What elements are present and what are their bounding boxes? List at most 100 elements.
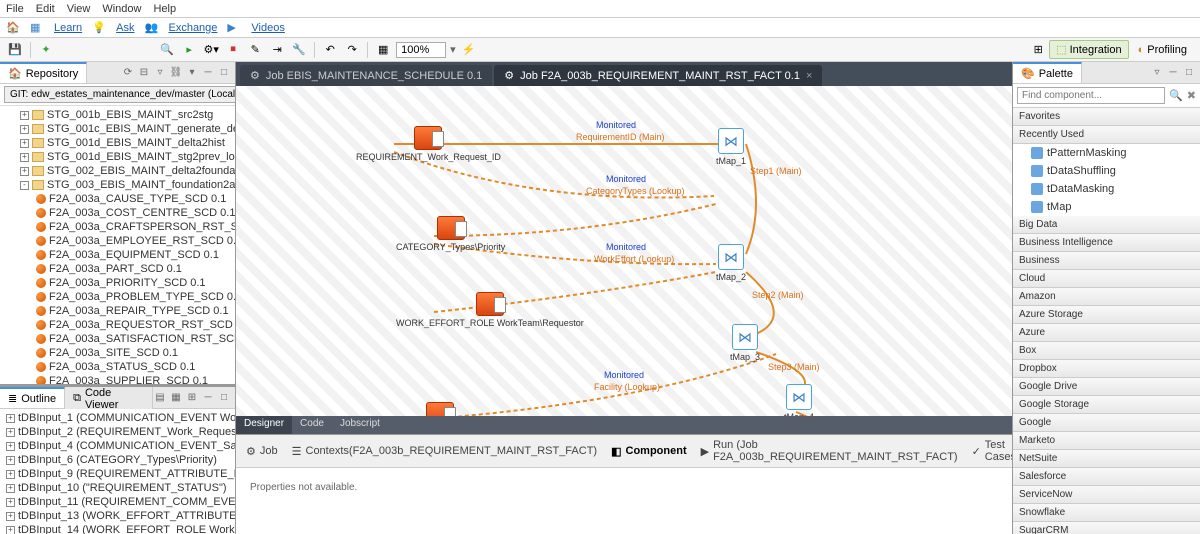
git-branch-select[interactable]: GIT: edw_estates_maintenance_dev/master …	[4, 86, 235, 103]
tree-item[interactable]: F2A_003a_REQUESTOR_RST_SCD 0.1	[2, 318, 235, 332]
palette-max-icon[interactable]: □	[1182, 66, 1196, 80]
edit-icon[interactable]: ✎	[246, 41, 264, 59]
highlight-icon[interactable]: ⚡	[460, 41, 478, 59]
pal-cat[interactable]: Amazon	[1013, 288, 1200, 306]
expand-icon[interactable]: +	[6, 498, 15, 507]
tab-palette[interactable]: 🎨 Palette	[1013, 62, 1082, 83]
expand-icon[interactable]: +	[6, 470, 15, 479]
people-icon[interactable]: 👥	[144, 21, 158, 35]
pal-cat[interactable]: Cloud	[1013, 270, 1200, 288]
link-learn[interactable]: Learn	[54, 22, 82, 34]
chart-icon[interactable]: ▦	[30, 21, 44, 35]
refresh-icon[interactable]: ⟳	[121, 66, 135, 80]
pal-cat[interactable]: Azure Storage	[1013, 306, 1200, 324]
pal-cat-recent[interactable]: Recently Used	[1013, 126, 1200, 144]
open-perspective-icon[interactable]: ⊞	[1029, 41, 1047, 59]
expand-icon[interactable]: +	[20, 139, 29, 148]
clear-icon[interactable]: ✖	[1187, 89, 1196, 102]
tmap-3[interactable]: ⋈ tMap_3	[730, 324, 760, 362]
btab-job[interactable]: ⚙Job	[246, 445, 278, 458]
node-requirement[interactable]: REQUIREMENT_Work_Request_ID	[356, 126, 501, 162]
tree-item[interactable]: F2A_003a_SATISFACTION_RST_SCD 0.1	[2, 332, 235, 346]
outline-max-icon[interactable]: □	[217, 391, 231, 405]
menu-window[interactable]: Window	[102, 3, 141, 15]
outline-item[interactable]: +tDBInput_6 (CATEGORY_Types\Priority)	[2, 453, 235, 467]
outline-item[interactable]: +tDBInput_11 (REQUIREMENT_COMM_EVENT_PMP…	[2, 495, 235, 509]
menu-file[interactable]: File	[6, 3, 24, 15]
pal-cat[interactable]: Google	[1013, 414, 1200, 432]
tree-item[interactable]: F2A_003a_SUPPLIER_SCD 0.1	[2, 374, 235, 384]
minimize-icon[interactable]: ─	[201, 66, 215, 80]
pal-cat[interactable]: Business	[1013, 252, 1200, 270]
link-exchange[interactable]: Exchange	[168, 22, 217, 34]
tree-item[interactable]: +STG_001d_EBIS_MAINT_stg2prev_load	[2, 150, 235, 164]
expand-icon[interactable]: +	[6, 442, 15, 451]
outline-item[interactable]: +tDBInput_9 (REQUIREMENT_ATTRIBUTE_Inter…	[2, 467, 235, 481]
outline-min-icon[interactable]: ─	[201, 391, 215, 405]
export-icon[interactable]: ⇥	[268, 41, 286, 59]
pal-item[interactable]: tDataMasking	[1013, 180, 1200, 198]
tmap-4[interactable]: ⋈ tMap_4	[784, 384, 814, 416]
menu-view[interactable]: View	[67, 3, 91, 15]
expand-icon[interactable]: +	[20, 167, 29, 176]
btab-contexts[interactable]: ☰Contexts(F2A_003b_REQUIREMENT_MAINT_RST…	[292, 445, 597, 458]
gear-dropdown-icon[interactable]: ⚙▾	[202, 41, 220, 59]
pal-cat-favorites[interactable]: Favorites	[1013, 108, 1200, 126]
bulb-icon[interactable]: 💡	[92, 21, 106, 35]
search-icon[interactable]: 🔍	[1169, 89, 1183, 102]
tmap-1[interactable]: ⋈ tMap_1	[716, 128, 746, 166]
node-workeffort[interactable]: WORK_EFFORT_ROLE WorkTeam\Requestor	[396, 292, 584, 328]
zoom-dropdown-icon[interactable]: ▾	[450, 43, 456, 56]
palette-filter-icon[interactable]: ▿	[1150, 66, 1164, 80]
tree-item[interactable]: F2A_003a_REPAIR_TYPE_SCD 0.1	[2, 304, 235, 318]
link-videos[interactable]: Videos	[251, 22, 284, 34]
wand-icon[interactable]: ✦	[37, 41, 55, 59]
pal-cat[interactable]: NetSuite	[1013, 450, 1200, 468]
collapse-icon[interactable]: ⊟	[137, 66, 151, 80]
pal-item[interactable]: tDataShuffling	[1013, 162, 1200, 180]
pal-cat[interactable]: Dropbox	[1013, 360, 1200, 378]
expand-icon[interactable]: +	[20, 125, 29, 134]
pal-cat[interactable]: SugarCRM	[1013, 522, 1200, 534]
pal-cat[interactable]: Big Data	[1013, 216, 1200, 234]
dtab-jobscript[interactable]: Jobscript	[332, 416, 388, 434]
tree-item[interactable]: F2A_003a_EMPLOYEE_RST_SCD 0.1	[2, 234, 235, 248]
redo-icon[interactable]: ↷	[343, 41, 361, 59]
tool-icon[interactable]: 🔧	[290, 41, 308, 59]
expand-icon[interactable]: +	[6, 414, 15, 423]
repository-tree[interactable]: +STG_001b_EBIS_MAINT_src2stg+STG_001c_EB…	[0, 106, 235, 384]
expand-icon[interactable]: +	[6, 456, 15, 465]
pal-cat[interactable]: Snowflake	[1013, 504, 1200, 522]
play-icon[interactable]: ▸	[180, 41, 198, 59]
home-icon[interactable]: 🏠	[6, 21, 20, 35]
tree-item[interactable]: F2A_003a_EQUIPMENT_SCD 0.1	[2, 248, 235, 262]
outline-item[interactable]: +tDBInput_1 (COMMUNICATION_EVENT Work Re…	[2, 411, 235, 425]
tree-item[interactable]: F2A_003a_SITE_SCD 0.1	[2, 346, 235, 360]
outline-item[interactable]: +tDBInput_14 (WORK_EFFORT_ROLE WorkTeam\…	[2, 523, 235, 534]
outline-item[interactable]: +tDBInput_2 (REQUIREMENT_Work_Request_ID…	[2, 425, 235, 439]
tab-repository[interactable]: 🏠 Repository	[0, 62, 87, 83]
outline-t2-icon[interactable]: ▦	[169, 391, 183, 405]
close-icon[interactable]: ×	[806, 70, 812, 82]
menu-help[interactable]: Help	[153, 3, 176, 15]
outline-t3-icon[interactable]: ⊞	[185, 391, 199, 405]
expand-icon[interactable]: +	[20, 111, 29, 120]
grid-icon[interactable]: ▦	[374, 41, 392, 59]
save-icon[interactable]: 💾	[6, 41, 24, 59]
palette-min-icon[interactable]: ─	[1166, 66, 1180, 80]
pal-cat[interactable]: Box	[1013, 342, 1200, 360]
expand-icon[interactable]: +	[6, 512, 15, 521]
filter-icon[interactable]: ▿	[153, 66, 167, 80]
perspective-profiling[interactable]: ◐ Profiling	[1131, 41, 1194, 59]
pal-item[interactable]: tPatternMasking	[1013, 144, 1200, 162]
tree-item[interactable]: F2A_003a_STATUS_SCD 0.1	[2, 360, 235, 374]
outline-item[interactable]: +tDBInput_10 ("REQUIREMENT_STATUS")	[2, 481, 235, 495]
tree-item[interactable]: F2A_003a_COST_CENTRE_SCD 0.1	[2, 206, 235, 220]
expand-icon[interactable]: +	[6, 428, 15, 437]
tree-item[interactable]: F2A_003a_CAUSE_TYPE_SCD 0.1	[2, 192, 235, 206]
tree-item[interactable]: F2A_003a_CRAFTSPERSON_RST_SCD 0.1	[2, 220, 235, 234]
video-icon[interactable]: ▶	[227, 21, 241, 35]
link-ask[interactable]: Ask	[116, 22, 134, 34]
collapse-icon[interactable]: -	[20, 181, 29, 190]
perspective-integration[interactable]: ⬚ Integration	[1049, 40, 1128, 59]
